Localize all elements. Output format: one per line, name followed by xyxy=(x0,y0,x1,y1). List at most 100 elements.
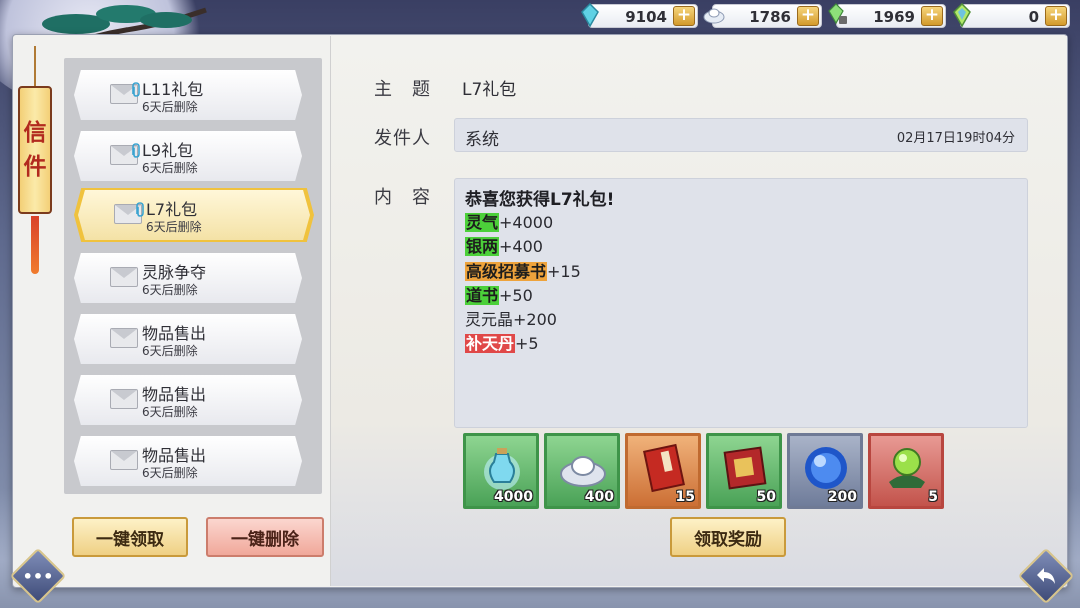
reward-slot[interactable]: 5 xyxy=(868,433,944,509)
tag-rope xyxy=(34,46,36,88)
paperclip-icon xyxy=(136,202,144,217)
content-label: 内 容 xyxy=(374,187,431,208)
content-greeting: 恭喜您获得L7礼包! xyxy=(465,190,615,210)
mail-item[interactable]: 灵脉争夺 6天后删除 xyxy=(74,253,302,303)
item-name: 灵气 xyxy=(465,213,500,232)
reward-count: 200 xyxy=(827,489,857,505)
resource-value: 0 xyxy=(1028,8,1039,26)
dao-book-icon xyxy=(723,446,767,490)
mail-title: 物品售出 xyxy=(142,446,207,465)
envelope-icon xyxy=(110,267,138,287)
item-amount: +5 xyxy=(515,334,539,354)
silver-ingot-icon xyxy=(703,2,725,28)
mail-title: 灵脉争夺 xyxy=(142,263,207,282)
reward-slot[interactable]: 4000 xyxy=(463,433,539,509)
add-crystal-button[interactable]: + xyxy=(673,6,695,26)
claim-all-button[interactable]: 一键领取 xyxy=(72,517,188,557)
envelope-icon xyxy=(110,328,138,348)
resource-crystal: 9104 + xyxy=(581,3,698,28)
item-amount: +200 xyxy=(513,310,557,330)
mail-item[interactable]: 物品售出 6天后删除 xyxy=(74,314,302,364)
resource-value: 1969 xyxy=(873,8,915,26)
reward-count: 50 xyxy=(756,489,776,505)
sender-label: 发件人 xyxy=(374,128,431,149)
mail-item[interactable]: 物品售出 6天后删除 xyxy=(74,436,302,486)
locked-gem-icon xyxy=(827,2,849,28)
mail-content: 恭喜您获得L7礼包! 灵气+4000 银两+400 高级招募书+15 道书+50… xyxy=(454,178,1028,428)
sent-time: 02月17日19时04分 xyxy=(896,131,1015,146)
mail-expiry: 6天后删除 xyxy=(142,161,198,175)
mail-item[interactable]: L11礼包 6天后删除 xyxy=(74,70,302,120)
reward-slot[interactable]: 15 xyxy=(625,433,701,509)
resource-jade-gem: 0 + xyxy=(953,3,1070,28)
item-name: 高级招募书 xyxy=(465,261,548,281)
resource-value: 1786 xyxy=(749,8,791,26)
mail-title: 物品售出 xyxy=(142,385,207,404)
delete-all-button[interactable]: 一键删除 xyxy=(206,517,324,557)
mail-expiry: 6天后删除 xyxy=(142,100,198,114)
item-amount: +400 xyxy=(499,237,543,257)
item-name: 道书 xyxy=(465,285,500,305)
green-pill-icon xyxy=(889,448,925,488)
tag-char: 信 xyxy=(23,119,47,146)
mail-item[interactable]: 物品售出 6天后删除 xyxy=(74,375,302,425)
item-name: 补天丹 xyxy=(465,334,516,354)
back-arrow-icon xyxy=(1037,568,1055,584)
content-line: 道书+50 xyxy=(465,284,581,308)
tag-char: 件 xyxy=(23,153,47,180)
subject-label: 主 题 xyxy=(374,79,431,100)
reward-slot[interactable]: 200 xyxy=(787,433,863,509)
item-name: 银两 xyxy=(465,237,500,257)
resource-value: 9104 xyxy=(625,8,667,26)
reward-slot[interactable]: 400 xyxy=(544,433,620,509)
add-silver-button[interactable]: + xyxy=(797,6,819,26)
red-book-icon xyxy=(643,443,685,493)
claim-reward-button[interactable]: 领取奖励 xyxy=(670,517,786,557)
content-line: 补天丹+5 xyxy=(465,332,581,356)
content-line: 灵元晶+200 xyxy=(465,308,581,332)
paperclip-icon xyxy=(132,82,140,97)
mail-subject: L7礼包 xyxy=(462,80,517,100)
resource-locked-gem: 1969 + xyxy=(828,3,946,28)
blue-orb-icon xyxy=(805,447,847,489)
content-lines: 灵气+4000 银两+400 高级招募书+15 道书+50 灵元晶+200 补天… xyxy=(465,211,581,357)
mail-expiry: 6天后删除 xyxy=(142,344,198,358)
crystal-icon xyxy=(579,2,601,28)
content-line: 高级招募书+15 xyxy=(465,260,581,284)
mail-expiry: 6天后删除 xyxy=(142,466,198,480)
mail-list: L11礼包 6天后删除 L9礼包 6天后删除 灵脉争夺 6天后删除 物品售出 6… xyxy=(64,58,322,494)
tassel-decoration xyxy=(31,216,39,274)
mail-item-selected[interactable]: L7礼包 6天后删除 xyxy=(78,190,310,240)
envelope-icon xyxy=(110,389,138,409)
mail-expiry: 6天后删除 xyxy=(142,405,198,419)
reward-count: 15 xyxy=(675,489,695,505)
paperclip-icon xyxy=(132,143,140,158)
envelope-icon xyxy=(110,450,138,470)
resource-bar: 9104 + 1786 + 1969 + 0 + xyxy=(581,3,1070,28)
resource-silver: 1786 + xyxy=(703,4,822,28)
reward-count: 5 xyxy=(928,489,938,505)
mail-item[interactable]: L9礼包 6天后删除 xyxy=(74,131,302,181)
item-amount: +15 xyxy=(547,261,581,281)
mail-expiry: 6天后删除 xyxy=(146,220,202,234)
content-line: 灵气+4000 xyxy=(465,211,581,235)
silver-ingot-icon xyxy=(560,456,606,487)
mail-expiry: 6天后删除 xyxy=(142,283,198,297)
jade-gem-icon xyxy=(951,2,973,28)
item-amount: +50 xyxy=(499,285,533,305)
mail-title: 物品售出 xyxy=(142,324,207,343)
reward-count: 400 xyxy=(584,489,614,505)
mail-title: L11礼包 xyxy=(142,80,204,99)
chat-icon: ••• xyxy=(22,566,54,586)
reward-slot[interactable]: 50 xyxy=(706,433,782,509)
reward-count: 4000 xyxy=(494,489,533,505)
sender-name: 系统 xyxy=(465,130,499,150)
mail-tab-tag: 信 件 xyxy=(18,86,52,214)
content-line: 银两+400 xyxy=(465,235,581,259)
add-jade-gem-button[interactable]: + xyxy=(1045,6,1067,26)
add-locked-gem-button[interactable]: + xyxy=(921,6,943,26)
mail-title: L7礼包 xyxy=(146,200,198,219)
sender-field: 系统 02月17日19时04分 xyxy=(454,118,1028,152)
item-amount: +4000 xyxy=(499,213,554,232)
spirit-bottle-icon xyxy=(484,448,520,490)
